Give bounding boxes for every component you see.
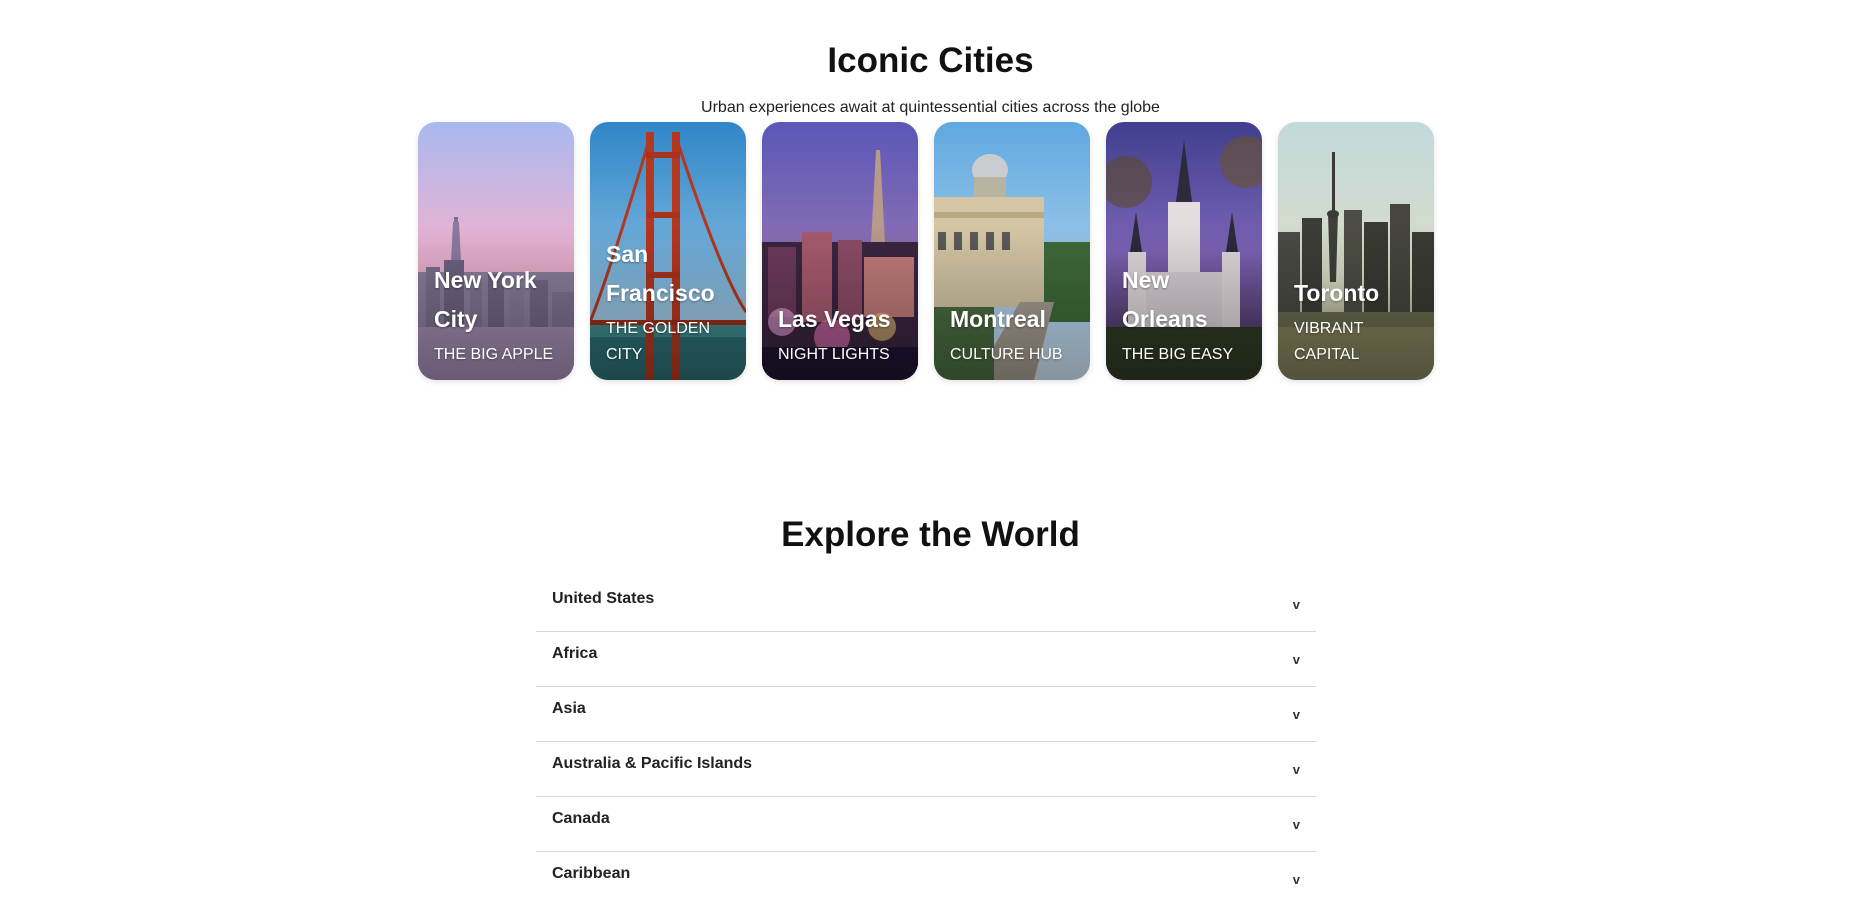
card-caption: New Orleans THE BIG EASY: [1122, 261, 1254, 368]
city-tagline: THE BIG EASY: [1122, 346, 1234, 363]
chevron-down-icon[interactable]: v: [1293, 707, 1300, 722]
city-card-montreal[interactable]: Montreal CULTURE HUB: [934, 122, 1090, 380]
city-name: San Francisco: [606, 241, 715, 306]
card-caption: Toronto VIBRANT CAPITAL: [1294, 274, 1426, 368]
city-cards: New York City THE BIG APPLE San Francisc…: [418, 122, 1434, 380]
city-tagline: THE GOLDEN CITY: [606, 320, 711, 363]
city-card-new-orleans[interactable]: New Orleans THE BIG EASY: [1106, 122, 1262, 380]
city-tagline: CULTURE HUB: [950, 346, 1063, 363]
accordion-label: Asia: [552, 699, 586, 717]
city-name: Montreal: [950, 306, 1046, 332]
city-card-san-francisco[interactable]: San Francisco THE GOLDEN CITY: [590, 122, 746, 380]
accordion-item-australia-pacific[interactable]: Australia & Pacific Islands v: [536, 743, 1316, 797]
city-name: New York City: [434, 267, 537, 332]
explore-world-title: Explore the World: [781, 515, 1080, 554]
card-caption: New York City THE BIG APPLE: [434, 261, 566, 368]
chevron-down-icon[interactable]: v: [1293, 597, 1300, 612]
card-caption: San Francisco THE GOLDEN CITY: [606, 235, 738, 368]
city-name: Las Vegas: [778, 306, 891, 332]
region-accordion: United States v Africa v Asia v Australi…: [536, 578, 1316, 899]
accordion-item-africa[interactable]: Africa v: [536, 633, 1316, 687]
city-tagline: NIGHT LIGHTS: [778, 346, 890, 363]
accordion-item-united-states[interactable]: United States v: [536, 578, 1316, 632]
city-card-toronto[interactable]: Toronto VIBRANT CAPITAL: [1278, 122, 1434, 380]
chevron-down-icon[interactable]: v: [1293, 762, 1300, 777]
accordion-item-asia[interactable]: Asia v: [536, 688, 1316, 742]
chevron-down-icon[interactable]: v: [1293, 652, 1300, 667]
accordion-label: Caribbean: [552, 864, 631, 882]
city-tagline: THE BIG APPLE: [434, 346, 554, 363]
city-name: New Orleans: [1122, 267, 1208, 332]
chevron-down-icon[interactable]: v: [1293, 817, 1300, 832]
accordion-label: United States: [552, 589, 655, 607]
chevron-down-icon[interactable]: v: [1293, 872, 1300, 887]
city-name: Toronto: [1294, 280, 1380, 306]
accordion-label: Australia & Pacific Islands: [552, 754, 753, 772]
city-card-las-vegas[interactable]: Las Vegas NIGHT LIGHTS: [762, 122, 918, 380]
accordion-label: Canada: [552, 809, 610, 827]
city-tagline: VIBRANT CAPITAL: [1294, 320, 1364, 363]
accordion-label: Africa: [552, 644, 598, 662]
card-caption: Las Vegas NIGHT LIGHTS: [778, 300, 910, 368]
city-card-new-york[interactable]: New York City THE BIG APPLE: [418, 122, 574, 380]
accordion-item-canada[interactable]: Canada v: [536, 798, 1316, 852]
card-caption: Montreal CULTURE HUB: [950, 300, 1082, 368]
iconic-cities-subtitle: Urban experiences await at quintessentia…: [701, 99, 1160, 116]
page: Iconic Cities Urban experiences await at…: [0, 0, 1861, 899]
accordion-item-caribbean[interactable]: Caribbean v: [536, 853, 1316, 899]
iconic-cities-title: Iconic Cities: [827, 41, 1034, 80]
